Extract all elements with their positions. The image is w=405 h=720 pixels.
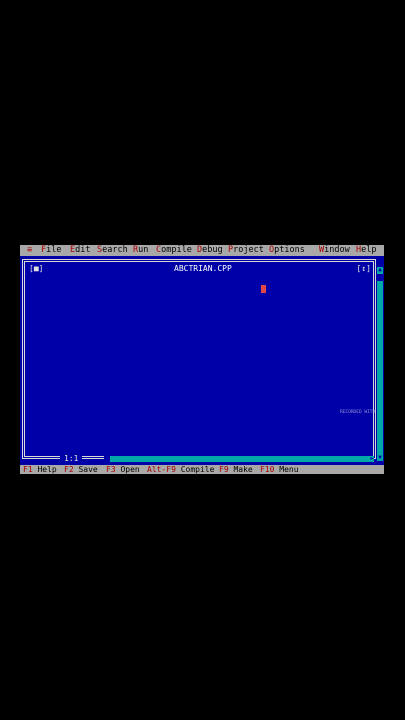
menu-run[interactable]: Run (133, 245, 148, 256)
status-open[interactable]: F3 Open (106, 465, 140, 474)
close-button[interactable]: [■] (28, 264, 45, 273)
window-title: ABCTRIAN.CPP (170, 265, 236, 273)
turbo-cpp-ide: ≡ File Edit Search Run Compile Debug Pro… (20, 245, 384, 474)
scroll-right-icon[interactable]: ► (370, 456, 374, 462)
scroll-up-icon[interactable]: ▲ (377, 267, 383, 273)
menu-project[interactable]: Project (228, 245, 264, 256)
status-save[interactable]: F2 Save (64, 465, 98, 474)
status-menu[interactable]: F10 Menu (260, 465, 299, 474)
window-frame (22, 259, 376, 459)
vertical-scrollbar[interactable]: ▲ ▼ (377, 267, 383, 461)
menu-file[interactable]: File (41, 245, 61, 256)
menu-help[interactable]: Help (356, 245, 376, 256)
text-cursor (261, 285, 266, 293)
menu-bar: ≡ File Edit Search Run Compile Debug Pro… (20, 245, 384, 256)
system-menu[interactable]: ≡ (27, 245, 32, 256)
status-make[interactable]: F9 Make (219, 465, 253, 474)
vertical-scroll-thumb[interactable] (377, 274, 383, 281)
page: { "menubar": { "system": "\u2261", "item… (0, 0, 405, 720)
menu-compile[interactable]: Compile (156, 245, 192, 256)
menu-window[interactable]: Window (319, 245, 350, 256)
status-help[interactable]: F1 Help (23, 465, 57, 474)
menu-options[interactable]: Options (269, 245, 305, 256)
menu-debug[interactable]: Debug (197, 245, 223, 256)
status-bar: F1 Help F2 Save F3 Open Alt-F9 Compile F… (20, 465, 384, 474)
recording-watermark: RECORDED WITH (340, 410, 376, 415)
menu-edit[interactable]: Edit (70, 245, 90, 256)
horizontal-scrollbar[interactable]: ► (104, 456, 374, 462)
menu-search[interactable]: Search (97, 245, 128, 256)
scroll-down-icon[interactable]: ▼ (377, 455, 383, 461)
horizontal-scroll-thumb[interactable] (104, 456, 110, 462)
zoom-button[interactable]: [↕] (355, 264, 372, 273)
cursor-position: 1:1 (60, 454, 83, 463)
status-compile[interactable]: Alt-F9 Compile (147, 465, 214, 474)
editor-window[interactable]: [■] ABCTRIAN.CPP [↕] RECORDED WITH ▲ ▼ 1… (20, 256, 384, 465)
